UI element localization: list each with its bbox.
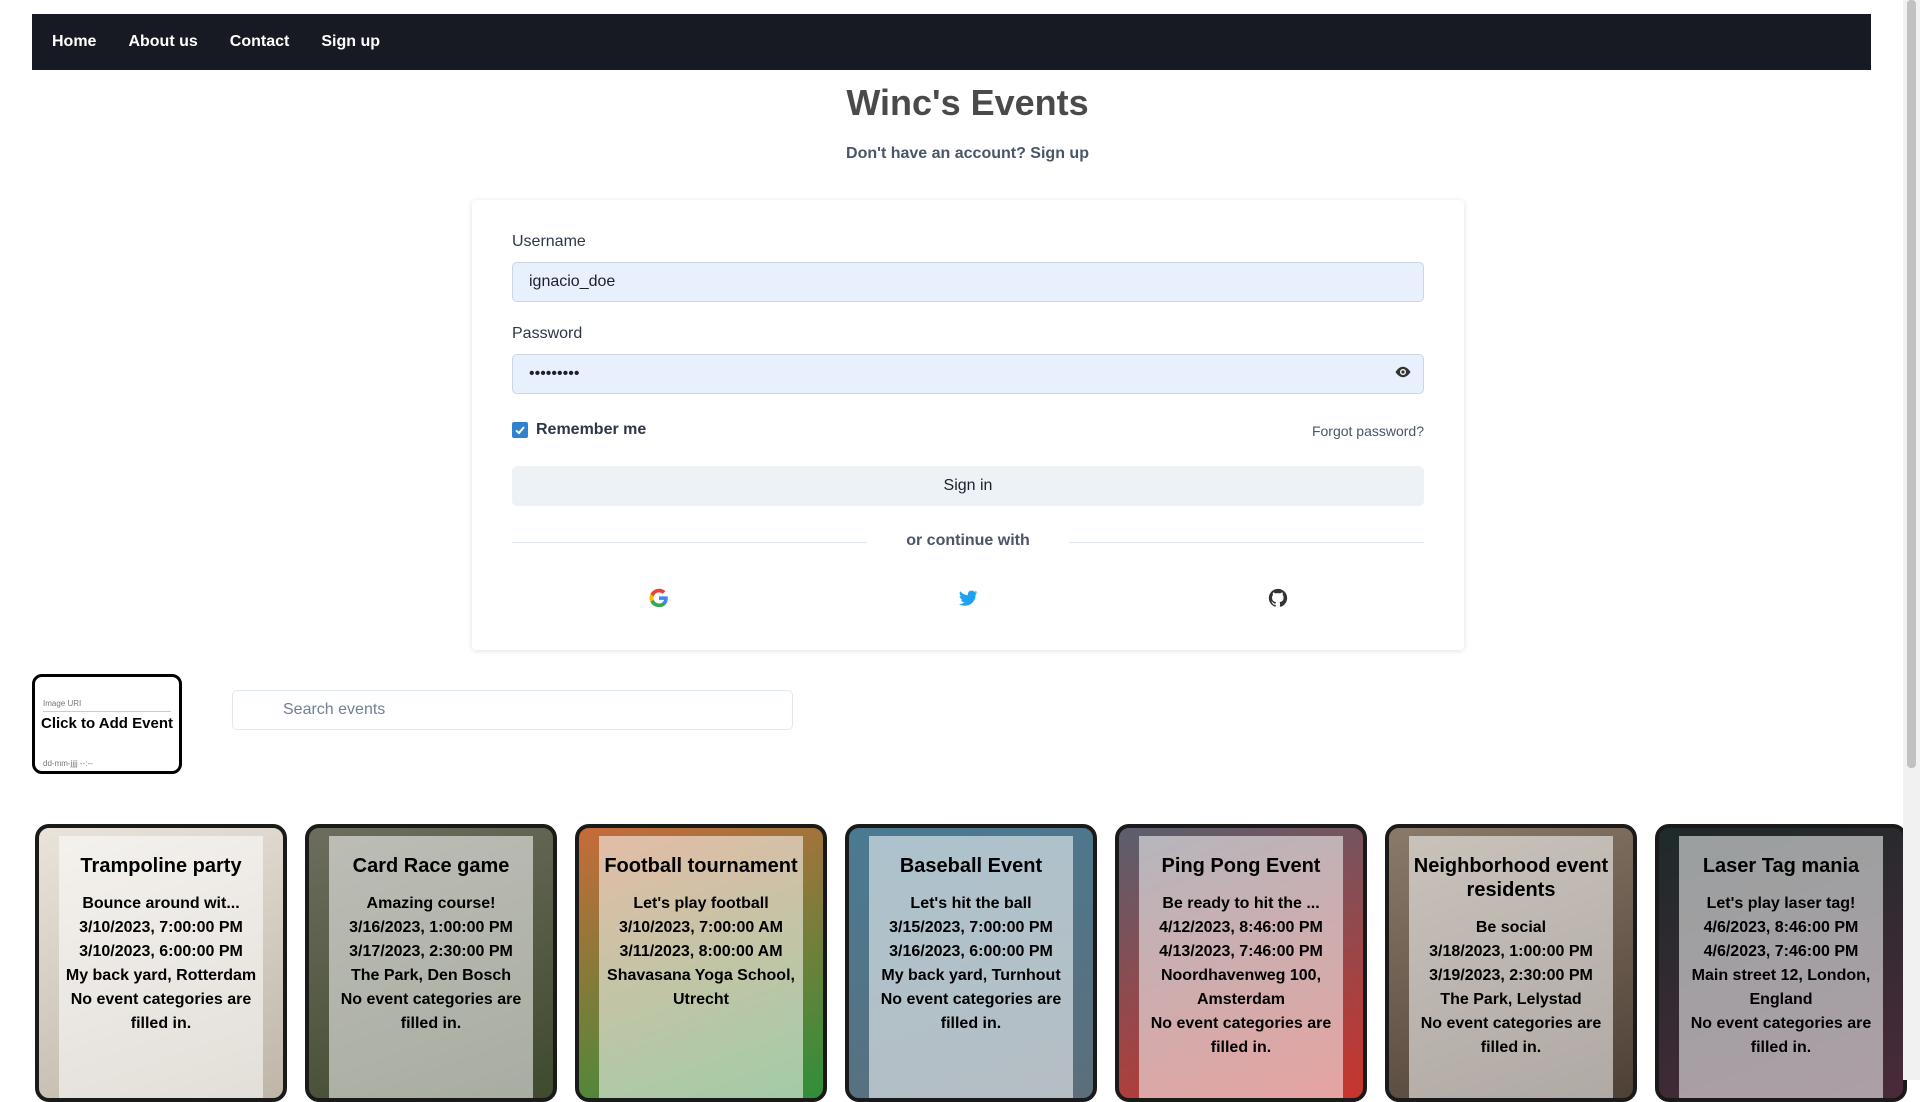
remember-me-checkbox[interactable] [512,422,528,438]
event-detail: Amazing course! [366,895,496,912]
continue-with-text: or continue with [906,532,1030,549]
event-detail: 3/16/2023, 6:00:00 PM [889,943,1053,960]
event-detail: Let's hit the ball [910,895,1032,912]
event-card-content: Neighborhood event residents Be social 3/1… [1403,854,1619,1060]
add-event-button[interactable]: Image URI dd-mm-jjjj --:-- Click to Add … [32,674,182,774]
page-scrollbar[interactable] [1903,0,1920,1080]
event-detail: Noordhavenweg 100, Amsterdam [1160,967,1322,1008]
search-events-input[interactable] [232,690,793,730]
google-icon[interactable] [648,587,670,609]
username-input[interactable] [512,262,1424,302]
event-detail: 4/13/2023, 7:46:00 PM [1159,943,1323,960]
remember-me-label: Remember me [536,421,647,438]
password-input[interactable] [512,354,1424,394]
event-detail: No event categories are filled in. [1690,1015,1872,1056]
event-detail: Be social [1475,919,1547,936]
event-card-content: Card Race game Amazing course! 3/16/2023, … [323,854,539,1036]
password-label: Password [512,325,583,342]
nav-about-link[interactable]: About us [128,33,197,51]
event-card-content: Baseball Event Let's hit the ball 3/15/202… [863,854,1079,1036]
date-ghost: dd-mm-jjjj --:-- [43,759,93,768]
event-detail: 3/10/2023, 6:00:00 PM [79,943,243,960]
image-uri-ghost: Image URI [43,699,82,708]
show-password-icon[interactable] [1394,363,1412,381]
event-detail: No event categories are filled in. [70,991,252,1032]
event-card-content: Laser Tag mania Let's play laser tag! 4/6/… [1673,854,1889,1060]
event-detail: 3/18/2023, 1:00:00 PM [1429,943,1593,960]
event-title: Ping Pong Event [1161,855,1321,877]
ghost-field-line [43,711,171,712]
login-card: Username Password Remember me Forgot pas… [472,200,1464,650]
event-card[interactable]: Ping Pong Event Be ready to hit the ... 4/… [1115,824,1367,1102]
event-detail: My back yard, Rotterdam [65,967,257,984]
event-detail: 3/10/2023, 7:00:00 AM [619,919,783,936]
event-detail: The Park, Lelystad [1440,991,1582,1008]
forgot-password-link[interactable]: Forgot password? [1312,423,1424,439]
event-detail: Be ready to hit the ... [1162,895,1320,912]
remember-me-row: Remember me [512,421,646,439]
nav-home-link[interactable]: Home [52,33,96,51]
event-detail: 3/19/2023, 2:30:00 PM [1429,967,1593,984]
event-detail: 3/16/2023, 1:00:00 PM [349,919,513,936]
event-detail: 3/11/2023, 8:00:00 AM [619,943,783,960]
username-label: Username [512,233,586,250]
event-detail: No event categories are filled in. [340,991,522,1032]
event-title: Card Race game [352,855,510,877]
sign-in-button[interactable]: Sign in [512,466,1424,506]
event-detail: Main street 12, London, England [1691,967,1871,1008]
event-title: Trampoline party [80,855,242,877]
event-detail: 4/12/2023, 8:46:00 PM [1159,919,1323,936]
event-detail: Let's play laser tag! [1706,895,1856,912]
event-detail: 4/6/2023, 7:46:00 PM [1703,943,1859,960]
event-card[interactable]: Laser Tag mania Let's play laser tag! 4/6/… [1655,824,1907,1102]
event-detail: 3/15/2023, 7:00:00 PM [889,919,1053,936]
top-navbar: Home About us Contact Sign up [32,14,1871,70]
twitter-icon[interactable] [957,587,979,609]
event-card[interactable]: Baseball Event Let's hit the ball 3/15/202… [845,824,1097,1102]
event-detail: No event categories are filled in. [880,991,1062,1032]
event-detail: Shavasana Yoga School, Utrecht [607,967,795,1008]
event-detail: No event categories are filled in. [1420,1015,1602,1056]
scrollbar-thumb[interactable] [1907,0,1916,768]
event-card-content: Ping Pong Event Be ready to hit the ... 4/… [1133,854,1349,1060]
event-title: Football tournament [604,855,798,877]
event-detail: The Park, Den Bosch [350,967,512,984]
event-detail: No event categories are filled in. [1150,1015,1332,1056]
nav-signup-link[interactable]: Sign up [321,33,380,51]
nav-contact-link[interactable]: Contact [230,33,290,51]
event-title: Neighborhood event residents [1413,855,1609,901]
event-title: Baseball Event [899,855,1043,877]
event-card-content: Football tournament Let's play football 3/… [593,854,809,1012]
event-card[interactable]: Card Race game Amazing course! 3/16/2023, … [305,824,557,1102]
page-title: Winc's Events [846,82,1089,123]
event-card[interactable]: Neighborhood event residents Be social 3/1… [1385,824,1637,1102]
github-icon[interactable] [1267,587,1289,609]
event-card[interactable]: Football tournament Let's play football 3/… [575,824,827,1102]
event-detail: Let's play football [633,895,769,912]
event-detail: 3/17/2023, 2:30:00 PM [349,943,513,960]
signup-prompt-link[interactable]: Don't have an account? Sign up [0,145,1920,163]
event-card[interactable]: Trampoline party Bounce around wit... 3/10… [35,824,287,1102]
event-card-content: Trampoline party Bounce around wit... 3/10… [53,854,269,1036]
event-title: Laser Tag mania [1702,855,1860,877]
event-detail: Bounce around wit... [82,895,240,912]
event-detail: My back yard, Turnhout [881,967,1061,984]
event-detail: 4/6/2023, 8:46:00 PM [1703,919,1859,936]
event-detail: 3/10/2023, 7:00:00 PM [79,919,243,936]
add-event-label: Click to Add Event [41,715,173,732]
